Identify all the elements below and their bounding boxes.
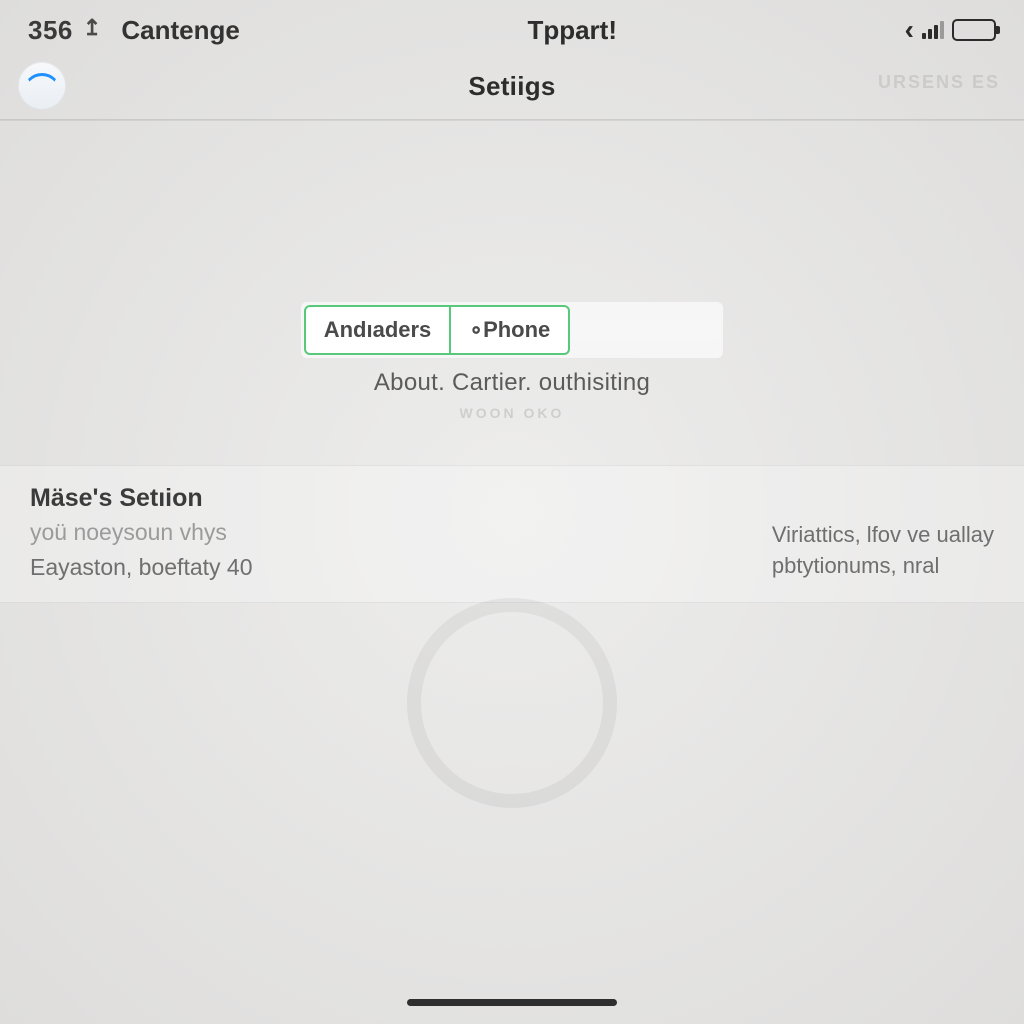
chip-empty[interactable] xyxy=(570,320,720,340)
status-right: ‹ xyxy=(905,14,996,46)
divider xyxy=(0,120,1024,121)
section-sub: yoü noeysoun vhys xyxy=(30,519,253,546)
back-button[interactable]: ⌒ xyxy=(18,62,66,110)
nav-right-ghost: URSENS ES xyxy=(878,72,1000,93)
section-right-a: Viriattics, lfov ve uallay xyxy=(772,520,994,551)
section-left: Mäse's Setıion yoü noeysoun vhys Eayasto… xyxy=(30,484,253,581)
chip-andraders[interactable]: Andıaders xyxy=(304,305,452,355)
status-time: 356 xyxy=(28,15,73,46)
status-bar: 356 ↥ Cantenge Tppart! ‹ xyxy=(0,0,1024,54)
section-line: Eayaston, boeftaty 40 xyxy=(30,554,253,581)
chip-phone[interactable]: ∘Phone xyxy=(451,305,570,355)
section-right-b: pbtytionums, nral xyxy=(772,551,994,582)
section-title: Mäse's Setıion xyxy=(30,484,253,513)
section-right: Viriattics, lfov ve uallay pbtytionums, … xyxy=(772,484,994,582)
battery-icon xyxy=(952,19,996,41)
home-indicator[interactable] xyxy=(407,999,617,1006)
nav-bar: ⌒ Setiigs URSENS ES xyxy=(0,54,1024,120)
back-arc-icon: ⌒ xyxy=(28,66,56,106)
chip-row: Andıaders ∘Phone xyxy=(300,301,725,359)
section: Mäse's Setıion yoü noeysoun vhys Eayasto… xyxy=(0,465,1024,603)
status-carrier: Cantenge xyxy=(121,15,239,46)
signal-icon xyxy=(922,21,944,39)
page-title: Setiigs xyxy=(468,71,555,102)
segmented-control[interactable]: Andıaders ∘Phone xyxy=(0,301,1024,359)
ghost-circle-icon xyxy=(407,598,617,808)
status-left: 356 ↥ Cantenge xyxy=(28,15,240,46)
screen: 356 ↥ Cantenge Tppart! ‹ ⌒ Setiigs URSEN… xyxy=(0,0,1024,1024)
status-center-label: Tppart! xyxy=(527,15,617,46)
location-arrow-icon: ↥ xyxy=(83,15,101,41)
chevron-left-icon: ‹ xyxy=(905,14,914,46)
watermark-text: WOON OKO xyxy=(0,405,1024,421)
chip-subline: About. Cartier. outhisiting xyxy=(0,369,1024,397)
section-card[interactable]: Mäse's Setıion yoü noeysoun vhys Eayasto… xyxy=(0,465,1024,603)
